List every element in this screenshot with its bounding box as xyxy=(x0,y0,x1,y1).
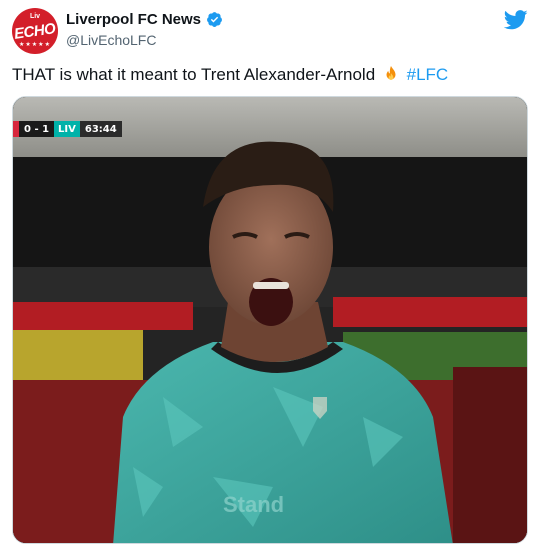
score-text: 0 - 1 xyxy=(19,121,55,137)
tweet-body: THAT is what it meant to Trent Alexander… xyxy=(12,65,376,84)
twitter-bird-icon[interactable] xyxy=(504,10,528,30)
display-name[interactable]: Liverpool FC News xyxy=(66,11,201,28)
avatar[interactable]: Liv ECHO ★★★★★ xyxy=(12,8,58,54)
tweet-card[interactable]: Liv ECHO ★★★★★ Liverpool FC News @LivEch… xyxy=(0,0,540,554)
verified-badge-icon xyxy=(207,12,222,27)
svg-text:Stand: Stand xyxy=(223,492,284,517)
hashtag-link[interactable]: #LFC xyxy=(407,65,449,84)
account-names: Liverpool FC News @LivEchoLFC xyxy=(66,11,223,48)
avatar-stars: ★★★★★ xyxy=(19,42,51,48)
avatar-logo-text: ECHO xyxy=(13,19,57,43)
away-team-label: LIV xyxy=(54,121,80,137)
account-handle[interactable]: @LivEchoLFC xyxy=(66,32,223,48)
tweet-text: THAT is what it meant to Trent Alexander… xyxy=(12,64,528,86)
score-bug: 0 - 1 LIV 63:44 xyxy=(13,121,122,137)
tweet-header: Liv ECHO ★★★★★ Liverpool FC News @LivEch… xyxy=(12,8,528,54)
video-frame: Stand xyxy=(13,97,527,543)
tweet-media-video[interactable]: Stand 0 - 1 LIV 63:44 xyxy=(12,96,528,544)
match-clock: 63:44 xyxy=(79,121,122,137)
display-name-row[interactable]: Liverpool FC News xyxy=(66,11,223,28)
avatar-top-text: Liv xyxy=(29,13,41,20)
fire-emoji-icon xyxy=(386,65,396,80)
